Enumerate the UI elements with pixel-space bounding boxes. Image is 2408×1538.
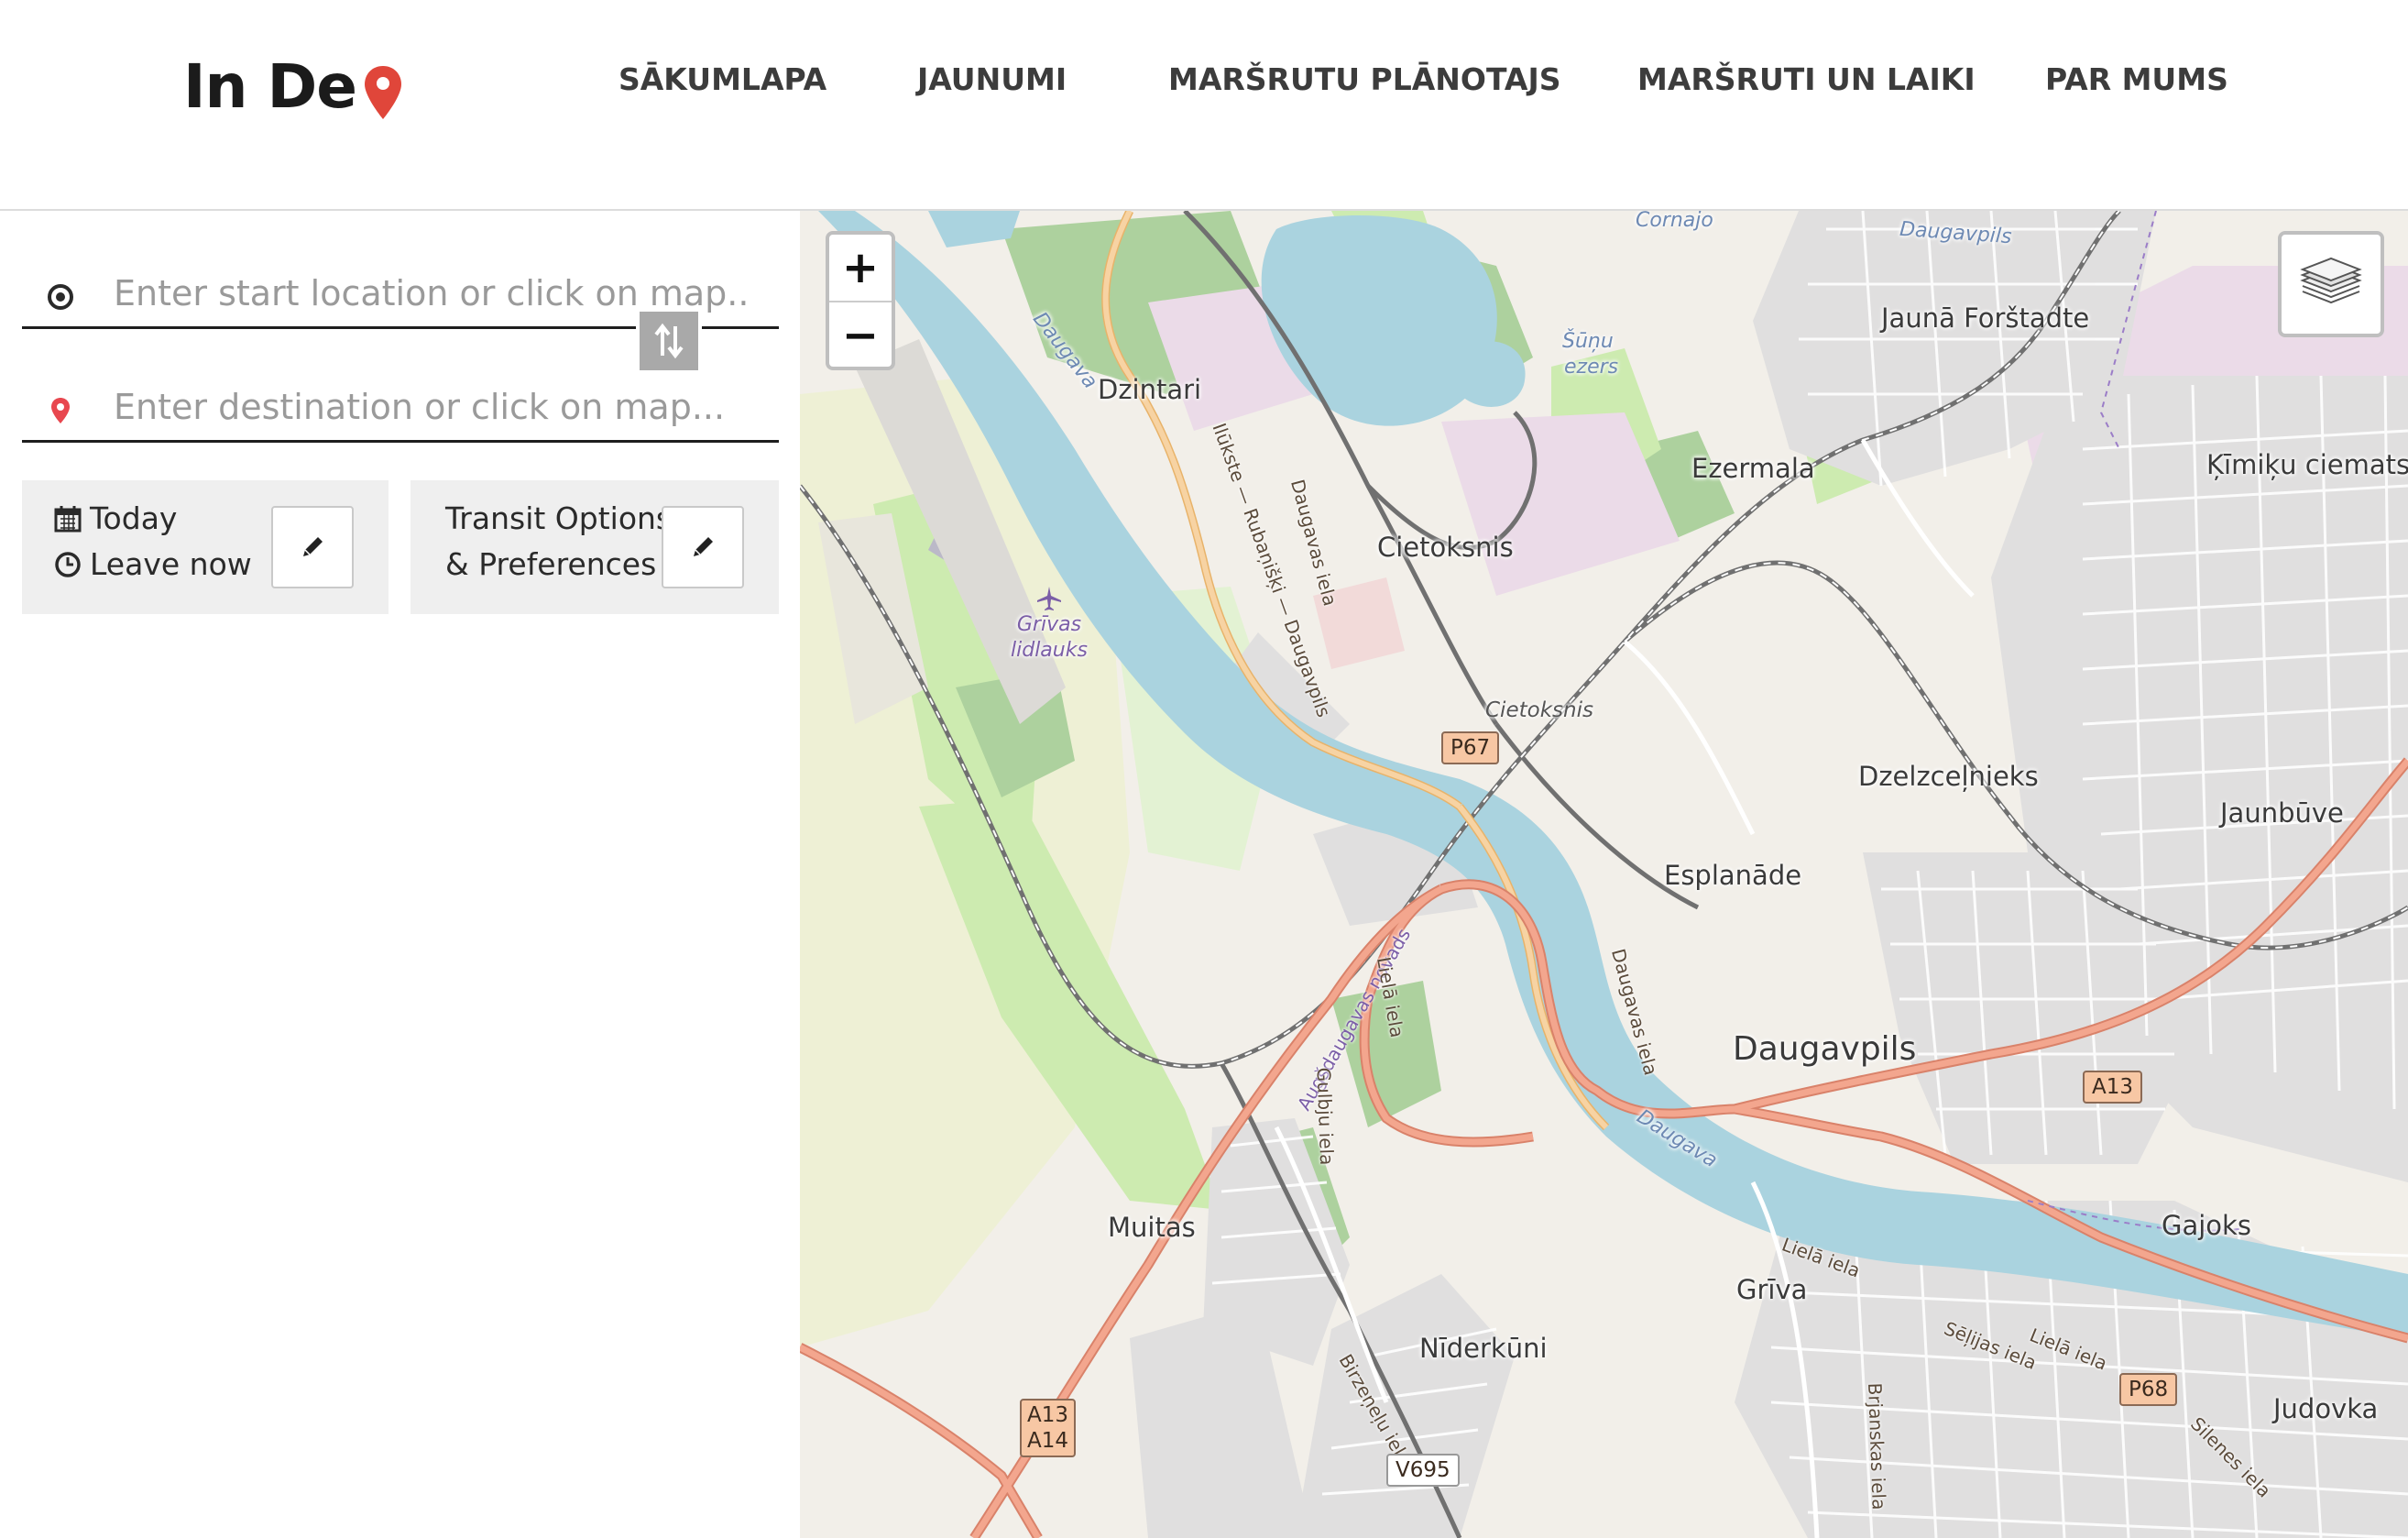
map-label: Ķīmiķu ciemats	[2206, 449, 2408, 480]
map-label: Jaunbūve	[2220, 797, 2344, 829]
map-label: Gulbju iela	[1312, 1067, 1339, 1166]
map-label: Muitas	[1108, 1212, 1196, 1243]
target-icon	[48, 284, 73, 310]
pencil-icon	[303, 537, 323, 556]
map-marker-icon	[51, 398, 70, 423]
zoom-control: + −	[826, 231, 895, 370]
road-shield-a13: A13	[1027, 1403, 1069, 1427]
nav-link-news[interactable]: JAUNUMI	[917, 57, 1067, 103]
map-pin-icon	[365, 66, 402, 119]
transit-preferences-label: & Preferences	[445, 546, 657, 582]
airplane-icon	[1036, 587, 1061, 610]
edit-date-button[interactable]	[271, 506, 354, 588]
map-label: Šūņu	[1562, 330, 1614, 353]
map-label: Grīva	[1736, 1274, 1808, 1305]
road-shield: P67	[1441, 731, 1500, 764]
map-label: Ezermala	[1691, 453, 1815, 484]
map-label: Gajoks	[2162, 1210, 2251, 1241]
logo[interactable]: In De	[183, 40, 404, 132]
layers-button[interactable]	[2278, 231, 2384, 337]
airport-label-line2: lidlauks	[1011, 639, 1088, 662]
clock-icon	[55, 551, 81, 577]
map-label: Judovka	[2273, 1393, 2379, 1424]
map-label: Cietoksnis	[1377, 532, 1514, 563]
zoom-in-button[interactable]: +	[829, 235, 892, 302]
road-shield: A13	[2083, 1071, 2143, 1104]
time-label: Leave now	[90, 546, 252, 582]
map-label: Cietoksnis	[1485, 698, 1593, 722]
map-label: Daugavpils	[1733, 1030, 1917, 1068]
road-shield-a14: A14	[1027, 1429, 1069, 1453]
map-label: Dzintari	[1098, 374, 1202, 405]
map-label: Čornajo	[1636, 211, 1713, 232]
swap-locations-button[interactable]	[636, 308, 702, 374]
road-shield: V695	[1386, 1454, 1460, 1487]
map-view[interactable]: Dzintari Ezermala Cietoksnis Cietoksnis …	[800, 211, 2408, 1538]
pencil-icon	[694, 537, 713, 556]
date-label: Today	[90, 500, 178, 536]
nav-link-route-planner[interactable]: MARŠRUTU PLĀNOTAJS	[1168, 57, 1561, 103]
destination-input[interactable]	[114, 379, 746, 434]
logo-text: In De	[183, 50, 357, 122]
date-line: Today	[53, 500, 177, 536]
calendar-icon	[54, 505, 82, 532]
map-label: Dzelzceļnieks	[1858, 761, 2039, 792]
transit-options-box: Transit Options & Preferences	[410, 480, 779, 614]
zoom-out-button[interactable]: −	[829, 302, 892, 367]
nav-link-home[interactable]: SĀKUMLAPA	[618, 57, 826, 103]
time-line: Leave now	[53, 546, 252, 582]
transit-options-label: Transit Options	[445, 500, 673, 536]
nav-link-about-us[interactable]: PAR MUMS	[2045, 57, 2228, 103]
map-label: Brjanskas iela	[1863, 1382, 1890, 1511]
map-label: Grīvas lidlauks	[1011, 585, 1088, 664]
nav-link-routes-and-times[interactable]: MARŠRUTI UN LAIKI	[1637, 57, 1976, 103]
map-tiles[interactable]	[800, 211, 2408, 1538]
top-navbar: In De SĀKUMLAPA JAUNUMI MARŠRUTU PLĀNOTA…	[0, 0, 2408, 211]
road-shield: P68	[2119, 1373, 2178, 1406]
map-label: Jaunā Forštadte	[1881, 302, 2090, 334]
date-time-box: Today Leave now	[22, 480, 389, 614]
layers-icon	[2300, 257, 2362, 304]
map-label: Nīderkūni	[1419, 1333, 1548, 1364]
airport-label-line1: Grīvas	[1016, 613, 1082, 636]
swap-vertical-icon	[654, 323, 684, 359]
map-label: ezers	[1564, 356, 1619, 379]
map-label: Esplanāde	[1664, 860, 1802, 891]
route-planner-panel: Today Leave now Transit Options & Prefer…	[0, 211, 800, 1538]
edit-transit-options-button[interactable]	[662, 506, 744, 588]
road-shield-stack: A13 A14	[1020, 1399, 1077, 1457]
